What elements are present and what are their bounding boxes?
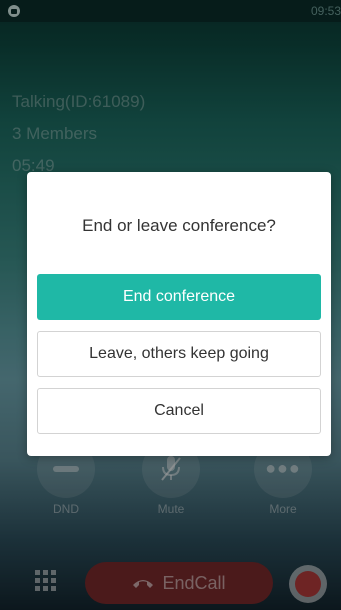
- leave-conference-button[interactable]: Leave, others keep going: [37, 331, 321, 377]
- call-screen: 09:53 Talking(ID:61089) 3 Members 05:49 …: [0, 0, 341, 610]
- cancel-button[interactable]: Cancel: [37, 388, 321, 434]
- dialog-title: End or leave conference?: [82, 216, 276, 235]
- end-conference-button[interactable]: End conference: [37, 274, 321, 320]
- conference-dialog: End or leave conference? End conference …: [27, 172, 331, 456]
